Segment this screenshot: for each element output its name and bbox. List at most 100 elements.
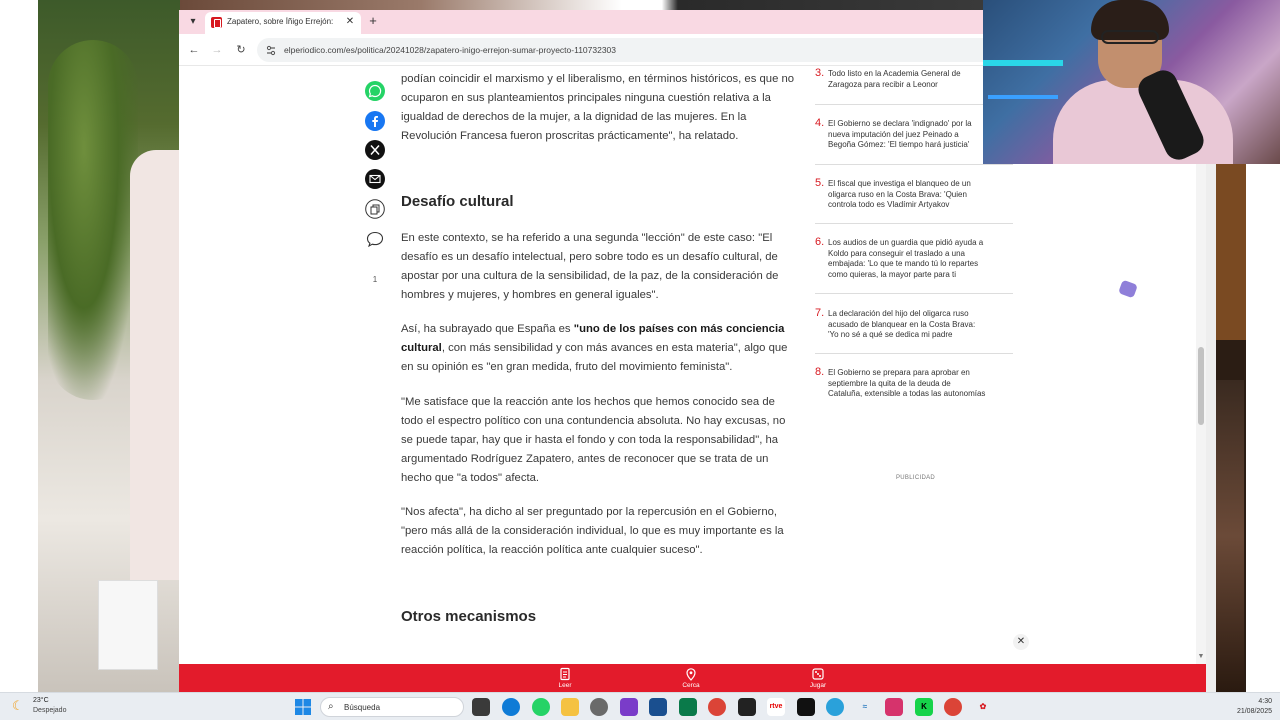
advertising-label: PUBLICIDAD xyxy=(896,475,936,481)
article-paragraph: "Nos afecta", ha dicho al ser preguntado… xyxy=(401,506,784,556)
item-headline: Todo listo en la Academia General de Zar… xyxy=(828,69,961,89)
weather-condition: Despejado xyxy=(33,707,67,714)
telegram-icon[interactable] xyxy=(826,698,844,716)
webcam-led-shelf xyxy=(988,95,1058,99)
email-share-icon[interactable] xyxy=(365,169,385,189)
settings-gear-icon[interactable] xyxy=(590,698,608,716)
nav-read-label: Leer xyxy=(558,682,572,689)
clock-date: 21/08/2025 xyxy=(1236,708,1272,715)
whatsapp-share-icon[interactable] xyxy=(365,81,385,101)
item-number: 6. xyxy=(815,236,825,248)
article-paragraph: podían coincidir el marxismo y el libera… xyxy=(401,73,795,142)
app-icon[interactable]: ✿ xyxy=(974,698,992,716)
edge-icon[interactable] xyxy=(502,698,520,716)
windows-start-icon[interactable] xyxy=(295,699,311,715)
nav-near-label: Cerca xyxy=(682,682,700,689)
document-icon xyxy=(560,667,570,681)
taskbar-search[interactable]: ⌕ Búsqueda xyxy=(320,697,464,717)
item-headline: La declaración del hijo del oligarca rus… xyxy=(828,309,976,339)
item-number: 5. xyxy=(815,177,825,189)
clock-time: 4:30 xyxy=(1258,698,1272,705)
comment-count: 1 xyxy=(372,275,378,284)
article-paragraph: Así, ha subrayado que España es "uno de … xyxy=(401,320,799,377)
item-number: 3. xyxy=(815,67,825,79)
terminal-icon[interactable] xyxy=(679,698,697,716)
most-read-item[interactable]: 8. El Gobierno se prepara para aprobar e… xyxy=(815,366,1013,414)
webcam-led-shelf xyxy=(983,60,1063,66)
taskbar: ☾ 23°C Despejado ⌕ Búsqueda rtve ≈ K ✿ 4… xyxy=(0,692,1280,720)
chrome-profile-icon[interactable] xyxy=(944,698,962,716)
network-app-icon[interactable]: ≈ xyxy=(856,698,874,716)
wallpaper-top-strip xyxy=(180,0,983,10)
search-placeholder: Búsqueda xyxy=(344,703,381,712)
tab-close-icon[interactable]: ✕ xyxy=(343,15,357,29)
nav-play-button[interactable]: Jugar xyxy=(793,667,843,689)
search-icon: ⌕ xyxy=(328,701,334,712)
weather-widget[interactable]: ☾ 23°C Despejado xyxy=(12,697,92,717)
item-headline: El Gobierno se declara 'indignado' por l… xyxy=(828,119,972,149)
wallpaper-box xyxy=(98,580,158,670)
rtve-icon[interactable]: rtve xyxy=(767,698,785,716)
new-tab-plus-icon[interactable]: + xyxy=(365,13,381,29)
item-headline: El Gobierno se prepara para aprobar en s… xyxy=(828,368,986,398)
site-settings-icon[interactable] xyxy=(265,44,277,56)
back-arrow-icon[interactable]: ← xyxy=(186,42,202,58)
wallpaper-figure xyxy=(130,150,180,580)
scroll-down-arrow-icon[interactable]: ▼ xyxy=(1197,653,1205,661)
moon-icon: ☾ xyxy=(12,698,24,713)
wallpaper-left-strip xyxy=(0,0,38,692)
system-clock[interactable]: 4:30 21/08/2025 xyxy=(1222,697,1272,717)
item-headline: El fiscal que investiga el blanqueo de u… xyxy=(828,179,971,209)
reload-icon[interactable]: ↻ xyxy=(233,42,249,58)
most-read-item[interactable]: 7. La declaración del hijo del oligarca … xyxy=(815,307,1013,354)
close-ad-icon[interactable]: ✕ xyxy=(1013,634,1029,650)
elperiodico-favicon-icon xyxy=(211,17,222,28)
article-paragraph: "Me satisface que la reacción ante los h… xyxy=(401,396,786,484)
video-editor-icon[interactable] xyxy=(620,698,638,716)
most-read-item[interactable]: 5. El fiscal que investiga el blanqueo d… xyxy=(815,177,1013,224)
item-number: 4. xyxy=(815,117,825,129)
facebook-share-icon[interactable] xyxy=(365,111,385,131)
wallpaper-right-photo xyxy=(1216,160,1280,692)
wallpaper-photo xyxy=(38,0,180,692)
url-text: elperiodico.com/es/politica/20241028/zap… xyxy=(284,45,617,55)
weather-temperature: 23°C xyxy=(33,697,49,704)
wallpaper-right-part xyxy=(1216,160,1246,340)
copy-link-icon[interactable] xyxy=(365,199,385,219)
bottom-navigation-bar: Leer Cerca Jugar xyxy=(179,664,1206,692)
item-number: 8. xyxy=(815,366,825,378)
paragraph-text: , con más sensibilidad y con más avances… xyxy=(401,342,788,373)
email-app-icon[interactable] xyxy=(797,698,815,716)
whatsapp-app-icon[interactable] xyxy=(532,698,550,716)
wallpaper-right-part xyxy=(1246,160,1280,692)
tab-active[interactable]: Zapatero, sobre Íñigo Errejón: ✕ xyxy=(205,12,361,34)
instagram-icon[interactable] xyxy=(885,698,903,716)
nav-near-button[interactable]: Cerca xyxy=(666,667,716,689)
location-pin-icon xyxy=(686,668,696,681)
nav-play-label: Jugar xyxy=(809,682,827,689)
x-share-icon[interactable] xyxy=(365,140,385,160)
forward-arrow-icon[interactable]: → xyxy=(209,42,225,58)
nav-read-button[interactable]: Leer xyxy=(540,667,590,689)
item-number: 7. xyxy=(815,307,825,319)
webcam-overlay xyxy=(983,0,1280,164)
calculator-icon[interactable] xyxy=(649,698,667,716)
tab-title: Zapatero, sobre Íñigo Errejón: xyxy=(227,17,334,26)
chrome-icon[interactable] xyxy=(708,698,726,716)
media-player-icon[interactable] xyxy=(738,698,756,716)
section-heading: Desafío cultural xyxy=(401,193,514,210)
most-read-item[interactable]: 6. Los audios de un guardia que pidió ay… xyxy=(815,236,1013,294)
item-headline: Los audios de un guardia que pidió ayuda… xyxy=(828,238,984,279)
comments-icon[interactable] xyxy=(365,229,385,249)
paragraph-text: Así, ha subrayado que España es xyxy=(401,323,574,335)
kick-icon[interactable]: K xyxy=(915,698,933,716)
scrollbar-thumb[interactable] xyxy=(1198,347,1204,425)
wallpaper-plant xyxy=(48,40,138,400)
section-heading: Otros mecanismos xyxy=(401,608,537,625)
tab-search-chevron-down-icon[interactable]: ▾ xyxy=(185,14,201,30)
dice-icon xyxy=(812,668,824,680)
task-view-icon[interactable] xyxy=(472,698,490,716)
file-explorer-icon[interactable] xyxy=(561,698,579,716)
webcam-person-glasses xyxy=(1101,30,1159,44)
article-paragraph: En este contexto, se ha referido a una s… xyxy=(401,232,779,301)
